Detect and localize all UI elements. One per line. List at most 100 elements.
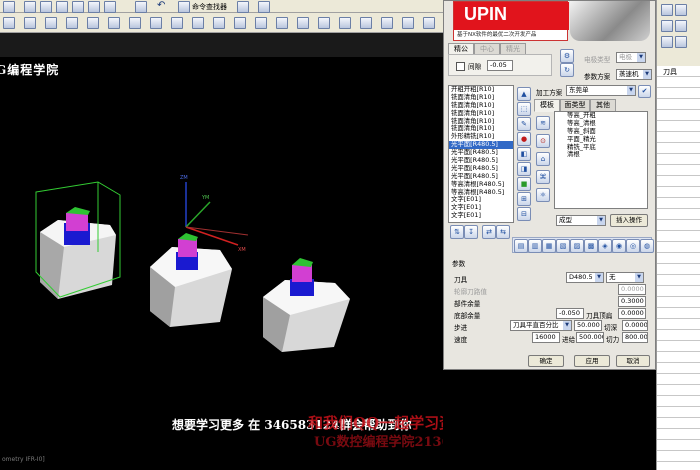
right-tool-1-icon[interactable]: [661, 4, 673, 16]
process-icon-5[interactable]: ◧: [517, 147, 531, 161]
param-tool-7-icon[interactable]: ◈: [598, 239, 612, 253]
gap-checkbox[interactable]: [456, 62, 465, 71]
tool-2-icon[interactable]: [24, 17, 36, 29]
tool-14-icon[interactable]: [276, 17, 288, 29]
undo-icon[interactable]: ↶: [157, 0, 165, 11]
param-scheme-select[interactable]: 蒸速机: [616, 69, 652, 80]
tool-13-icon[interactable]: [255, 17, 267, 29]
tool-3-icon[interactable]: [45, 17, 57, 29]
plunge-input[interactable]: 800.000: [622, 332, 648, 343]
template-icon-5[interactable]: ⚛: [536, 188, 550, 202]
process-select[interactable]: 东莞单: [566, 85, 636, 96]
param-tool-5-icon[interactable]: ▨: [570, 239, 584, 253]
template-icon-3[interactable]: ⌂: [536, 152, 550, 166]
param-tool-3-icon[interactable]: ▦: [542, 239, 556, 253]
right-tool-2-icon[interactable]: [675, 4, 687, 16]
tool-5-icon[interactable]: [87, 17, 99, 29]
template-icon-1[interactable]: ≋: [536, 116, 550, 130]
param-tool-1-icon[interactable]: ▤: [514, 239, 528, 253]
tool-15-icon[interactable]: [297, 17, 309, 29]
cancel-button[interactable]: 取消: [616, 355, 650, 367]
stepover-type-select[interactable]: 刀具平直百分比: [510, 320, 572, 331]
tool-type-select[interactable]: 无: [606, 272, 644, 283]
tool-21-icon[interactable]: [423, 17, 435, 29]
cut-depth-input[interactable]: 0.0000: [622, 320, 648, 331]
param-tool-6-icon[interactable]: ▩: [584, 239, 598, 253]
body-icon[interactable]: [72, 1, 84, 13]
process-up-icon[interactable]: ▲: [517, 87, 531, 101]
param-tool-10-icon[interactable]: ◍: [640, 239, 654, 253]
tool-16-icon[interactable]: [318, 17, 330, 29]
tool-6-icon[interactable]: [108, 17, 120, 29]
command-finder-label[interactable]: 命令查找器: [192, 2, 227, 12]
file-type-select[interactable]: 电极: [616, 52, 646, 63]
tool-7-icon[interactable]: [129, 17, 141, 29]
tool-select[interactable]: D480.5: [566, 272, 604, 283]
process-list[interactable]: 开粗开粗[R10] 铣面清角[R10] 铣面清角[R10] 铣面清角[R10] 铣面清角…: [448, 85, 514, 223]
snap-icon[interactable]: [3, 1, 15, 13]
right-tool-6-icon[interactable]: [675, 36, 687, 48]
tool-9-icon[interactable]: [171, 17, 183, 29]
ok-button[interactable]: 确定: [528, 355, 564, 367]
process-icon-7[interactable]: ■: [517, 177, 531, 191]
template-list-item[interactable]: 清根: [555, 151, 647, 159]
process-icon-8[interactable]: ⊞: [517, 192, 531, 206]
insert-combo[interactable]: 成型: [556, 215, 606, 226]
process-list-item[interactable]: 文字[E01]: [449, 211, 513, 220]
apply-button[interactable]: 应用: [574, 355, 610, 367]
point-icon[interactable]: [104, 1, 116, 13]
right-tool-5-icon[interactable]: [661, 36, 673, 48]
template-icon-4[interactable]: ⌘: [536, 170, 550, 184]
tool-18-icon[interactable]: [360, 17, 372, 29]
tool-11-icon[interactable]: [213, 17, 225, 29]
param-tool-2-icon[interactable]: ▥: [528, 239, 542, 253]
process-icon-9[interactable]: ⊟: [517, 207, 531, 221]
edge-icon[interactable]: [40, 1, 52, 13]
tool-8-icon[interactable]: [150, 17, 162, 29]
tool-10-icon[interactable]: [192, 17, 204, 29]
operation-navigator-grid[interactable]: 刀具: [656, 66, 700, 470]
param-tool-8-icon[interactable]: ◉: [612, 239, 626, 253]
tool-19-icon[interactable]: [381, 17, 393, 29]
tool-4-icon[interactable]: [66, 17, 78, 29]
tool-stock-input[interactable]: 0.0000: [618, 308, 646, 319]
template-list[interactable]: 等高_开粗 等高_清根 等高_斜面 平面_精光 精铣_平底 清根: [554, 111, 648, 209]
refresh-icon[interactable]: ↻: [560, 63, 574, 77]
tool-1-icon[interactable]: [3, 17, 15, 29]
settings-icon[interactable]: ⚙: [560, 49, 574, 63]
arrow-icon[interactable]: [258, 1, 270, 13]
list-tool-3-icon[interactable]: ⇄: [482, 225, 496, 239]
process-save-icon[interactable]: ✔: [638, 85, 651, 98]
list-tool-1-icon[interactable]: ⇅: [450, 225, 464, 239]
tool-path-input[interactable]: 0.0000: [618, 284, 646, 295]
stepover-input[interactable]: 50.000: [574, 320, 602, 331]
command-finder-icon[interactable]: [178, 1, 190, 13]
param-tool-9-icon[interactable]: ◎: [626, 239, 640, 253]
process-icon-2[interactable]: ⬚: [517, 102, 531, 116]
curve-icon[interactable]: [88, 1, 100, 13]
electrode-3[interactable]: [263, 258, 350, 352]
select-filter-icon[interactable]: [24, 1, 36, 13]
param-tool-4-icon[interactable]: ▧: [556, 239, 570, 253]
process-delete-icon[interactable]: ●: [517, 132, 531, 146]
insert-operation-button[interactable]: 插入操作: [610, 214, 648, 227]
wall-stock-input[interactable]: 0.3000: [618, 296, 646, 307]
face-icon[interactable]: [56, 1, 68, 13]
process-icon-6[interactable]: ◨: [517, 162, 531, 176]
help-icon[interactable]: [237, 1, 249, 13]
template-icon-2[interactable]: ⊙: [536, 134, 550, 148]
gap-input[interactable]: -0.05: [487, 60, 513, 71]
speed-input[interactable]: 16000: [532, 332, 560, 343]
list-tool-4-icon[interactable]: ⇆: [496, 225, 510, 239]
graphics-viewport[interactable]: G编程学院 ZM YM XM ometry IFR-I0] 想要学习更多 在 3…: [0, 57, 619, 470]
right-tool-3-icon[interactable]: [661, 20, 673, 32]
electrode-2[interactable]: [150, 233, 232, 327]
tool-20-icon[interactable]: [402, 17, 414, 29]
tool-17-icon[interactable]: [339, 17, 351, 29]
close-icon[interactable]: [135, 1, 147, 13]
feed-input[interactable]: 500.000: [576, 332, 604, 343]
electrode-1[interactable]: [35, 181, 121, 299]
right-tool-4-icon[interactable]: [675, 20, 687, 32]
list-tool-2-icon[interactable]: ↧: [464, 225, 478, 239]
floor-stock-input[interactable]: -0.050: [556, 308, 584, 319]
